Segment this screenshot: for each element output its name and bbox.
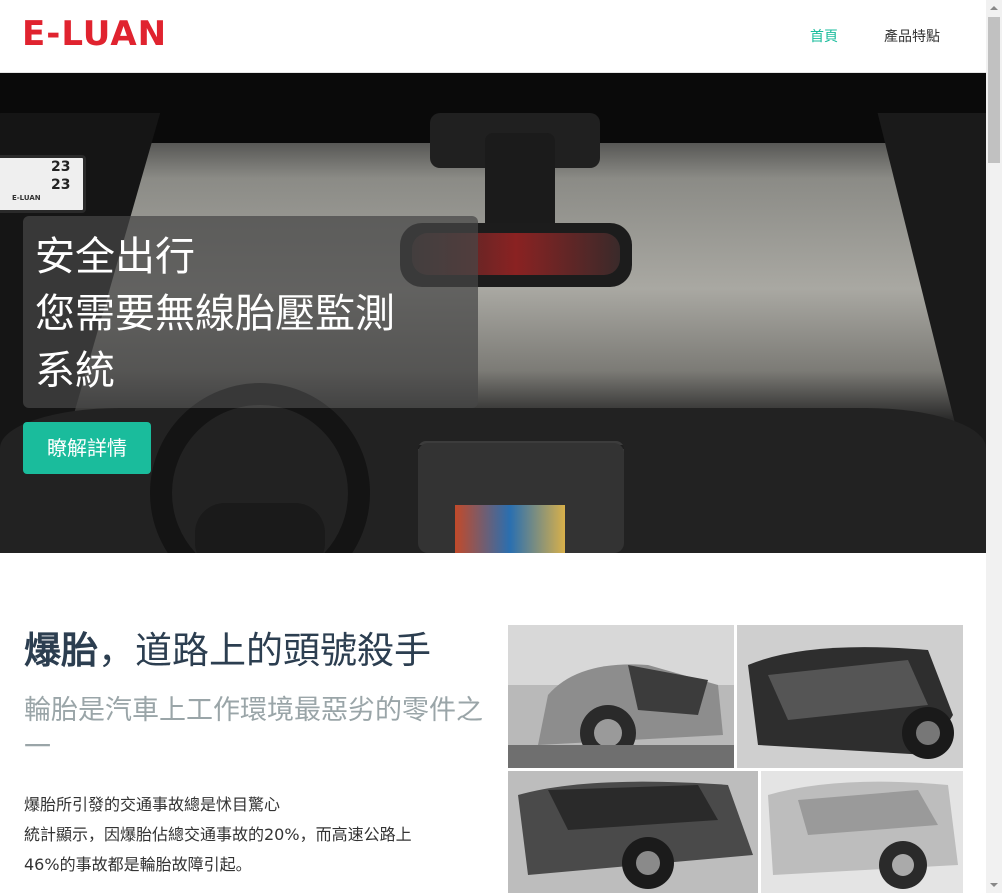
section-title-rest: ，道路上的頭號殺手 [98,629,431,672]
steering-hub [195,503,325,553]
navbar: E-LUAN 首頁 產品特點 [0,0,986,73]
caption-line: 安全出行 [35,234,195,280]
caption-line: 您需要無線胎壓監測 [35,291,395,337]
tpms-value: 23 [51,177,71,193]
tpms-value: 23 [51,159,71,175]
car-collage-svg [508,625,963,893]
section-subtitle: 輪胎是汽車上工作環境最惡劣的零件之一 [24,695,483,763]
nav-product-features[interactable]: 產品特點 [884,26,940,46]
nav-home[interactable]: 首頁 [810,26,838,46]
scroll-down-icon[interactable] [986,877,1002,893]
tpms-device-image [0,155,86,213]
hero-caption: 安全出行 您需要無線胎壓監測 系統 [23,216,478,408]
scrollbar-thumb[interactable] [988,17,1000,163]
brand-logo[interactable]: E-LUAN [22,14,167,54]
section-title: 爆胎，道路上的頭號殺手 [24,620,431,674]
body-line: 統計顯示，因爆胎佔總交通事故的20%，而高速公路上 [24,825,412,844]
tpms-brand-label: E-LUAN [12,194,41,202]
learn-more-button[interactable]: 瞭解詳情 [23,422,151,474]
hero-banner: 23 23 E-LUAN 安全出行 您需要無線胎壓監測 系統 瞭解詳情 [0,73,986,553]
body-line: 爆胎所引發的交通事故總是怵目驚心 [24,795,281,814]
section-title-bold: 爆胎 [24,629,98,672]
damaged-cars-image [508,625,963,893]
section-body: 爆胎所引發的交通事故總是怵目驚心 統計顯示，因爆胎佔總交通事故的20%，而高速公… [24,790,412,880]
caption-line: 系統 [35,348,115,394]
scroll-up-icon[interactable] [986,0,1002,16]
body-line: 46%的事故都是輪胎故障引起。 [24,855,252,874]
screen-display [455,505,565,553]
